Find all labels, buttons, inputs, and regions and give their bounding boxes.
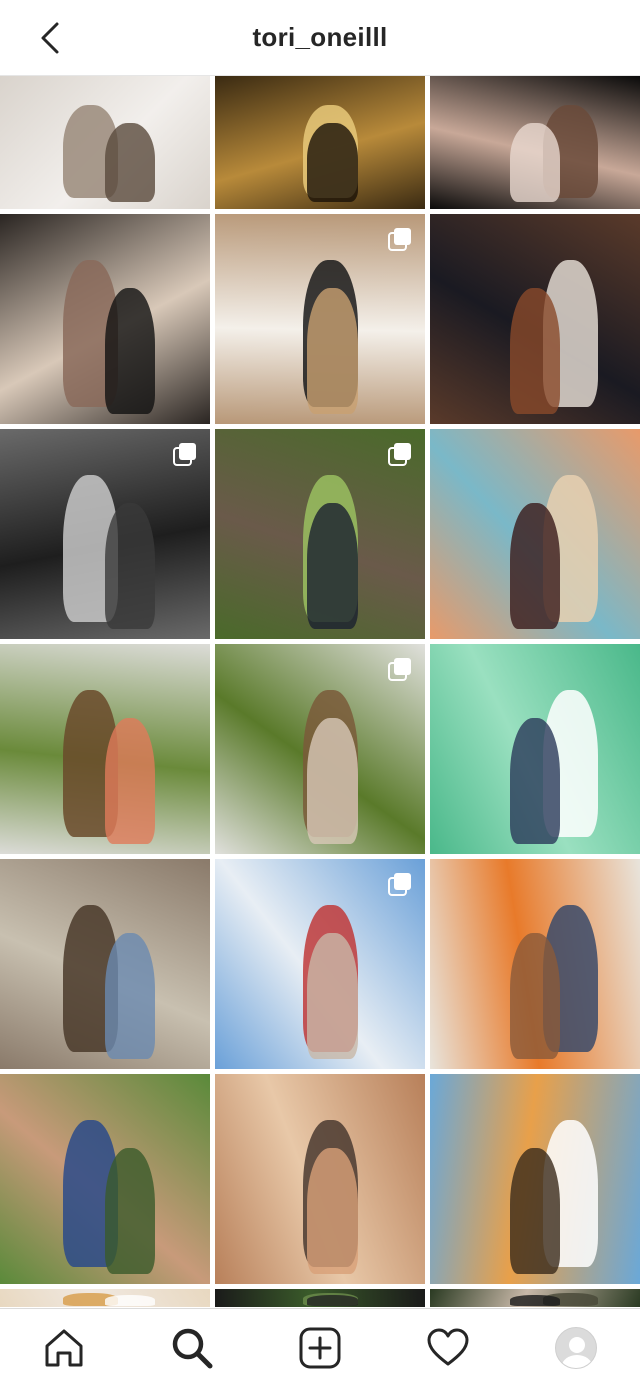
profile-username-title: tori_oneilll xyxy=(252,22,388,52)
add-post-icon xyxy=(299,1327,341,1368)
profile-grid-screen: tori_oneilll xyxy=(0,0,640,1386)
post-thumbnail[interactable] xyxy=(0,1074,210,1284)
heart-icon xyxy=(427,1328,469,1365)
multiple-photos-icon xyxy=(388,873,411,896)
top-bar: tori_oneilll xyxy=(0,0,640,76)
multiple-photos-icon xyxy=(173,443,196,466)
post-thumbnail[interactable] xyxy=(0,644,210,854)
home-icon xyxy=(45,1329,83,1366)
post-thumbnail[interactable] xyxy=(215,1289,425,1307)
nav-search-button[interactable] xyxy=(160,1316,224,1380)
post-thumbnail[interactable] xyxy=(0,859,210,1069)
chevron-left-icon xyxy=(41,22,59,54)
post-thumbnail[interactable] xyxy=(430,644,640,854)
nav-activity-button[interactable] xyxy=(416,1316,480,1380)
nav-profile-button[interactable] xyxy=(544,1316,608,1380)
post-thumbnail[interactable] xyxy=(0,214,210,424)
post-thumbnail[interactable] xyxy=(215,214,425,424)
search-icon xyxy=(172,1328,213,1368)
multiple-photos-icon xyxy=(388,443,411,466)
post-thumbnail[interactable] xyxy=(430,1074,640,1284)
multiple-photos-icon xyxy=(388,658,411,681)
post-thumbnail[interactable] xyxy=(215,429,425,639)
back-button[interactable] xyxy=(30,18,70,58)
post-thumbnail[interactable] xyxy=(0,76,210,209)
post-thumbnail[interactable] xyxy=(430,76,640,209)
bottom-navigation xyxy=(0,1308,640,1386)
profile-avatar-icon xyxy=(555,1326,597,1369)
post-thumbnail[interactable] xyxy=(215,76,425,209)
nav-home-button[interactable] xyxy=(32,1316,96,1380)
post-thumbnail[interactable] xyxy=(430,214,640,424)
post-thumbnail[interactable] xyxy=(215,1074,425,1284)
multiple-photos-icon xyxy=(388,228,411,251)
post-thumbnail[interactable] xyxy=(430,429,640,639)
post-thumbnail[interactable] xyxy=(215,859,425,1069)
post-thumbnail[interactable] xyxy=(430,859,640,1069)
posts-grid xyxy=(0,76,640,1307)
post-thumbnail[interactable] xyxy=(430,1289,640,1307)
nav-new-post-button[interactable] xyxy=(288,1316,352,1380)
post-thumbnail[interactable] xyxy=(215,644,425,854)
post-thumbnail[interactable] xyxy=(0,429,210,639)
post-thumbnail[interactable] xyxy=(0,1289,210,1307)
